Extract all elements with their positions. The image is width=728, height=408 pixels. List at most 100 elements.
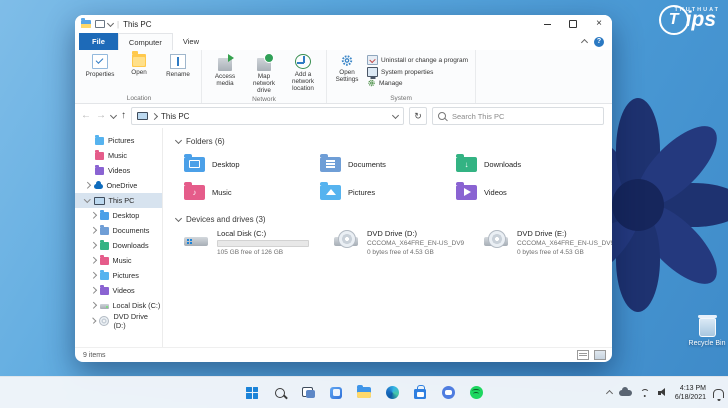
sidebar-item-music[interactable]: Music — [75, 148, 162, 163]
expand-chevron-icon[interactable] — [90, 317, 97, 324]
qat-dropdown-icon[interactable] — [106, 19, 115, 27]
spotify-icon[interactable] — [467, 384, 485, 402]
videos-icon — [95, 164, 104, 175]
folder-tile-pictures[interactable]: Pictures — [320, 178, 456, 206]
up-button[interactable]: ↑ — [121, 111, 126, 121]
address-bar[interactable]: This PC — [131, 107, 404, 125]
folders-section-header[interactable]: Folders (6) — [174, 134, 612, 148]
volume-icon[interactable] — [657, 388, 668, 397]
expand-chevron-icon[interactable] — [90, 257, 97, 264]
titlebar[interactable]: | This PC × — [75, 15, 612, 33]
sidebar-item-documents[interactable]: Documents — [75, 223, 162, 238]
sidebar-item-this-pc[interactable]: This PC — [75, 193, 162, 208]
access-media-icon — [218, 54, 234, 71]
search-input[interactable] — [450, 110, 598, 122]
maximize-button[interactable] — [560, 15, 586, 33]
search-icon — [438, 112, 446, 120]
back-button[interactable]: ← — [81, 111, 91, 121]
recycle-bin-label: Recycle Bin — [688, 340, 726, 347]
uninstall-program-button[interactable]: Uninstall or change a program — [367, 55, 468, 65]
quick-access-toolbar[interactable] — [95, 19, 115, 28]
sidebar-item-desktop[interactable]: Desktop — [75, 208, 162, 223]
music-folder-icon: ♪ — [184, 181, 205, 200]
sidebar-item-dvd-drive-d[interactable]: DVD Drive (D:) — [75, 312, 162, 330]
breadcrumb-chevron-icon[interactable] — [150, 112, 159, 120]
tab-view[interactable]: View — [173, 33, 209, 50]
system-properties-icon — [367, 67, 378, 77]
collapse-section-icon[interactable] — [174, 136, 183, 144]
sidebar-item-pictures[interactable]: Pictures — [75, 133, 162, 148]
drive-tile-local-disk-c[interactable]: Local Disk (C:) 105 GB free of 126 GB — [184, 228, 334, 256]
collapse-ribbon-icon[interactable] — [580, 38, 589, 47]
add-network-location-button[interactable]: Add a network location — [285, 52, 321, 93]
group-label-network: Network — [252, 95, 276, 103]
tab-file[interactable]: File — [79, 33, 118, 50]
edge-browser-icon[interactable] — [383, 384, 401, 402]
task-view-icon[interactable] — [299, 384, 317, 402]
uninstall-icon — [367, 55, 378, 65]
map-network-drive-icon — [257, 53, 274, 71]
expand-chevron-icon[interactable] — [84, 182, 91, 189]
music-icon — [95, 149, 104, 160]
expand-chevron-icon[interactable] — [90, 287, 97, 294]
sidebar-item-music-pc[interactable]: Music — [75, 253, 162, 268]
sidebar-item-videos-pc[interactable]: Videos — [75, 283, 162, 298]
notifications-icon[interactable] — [713, 389, 724, 398]
file-explorer-icon[interactable] — [355, 384, 373, 402]
tab-computer[interactable]: Computer — [117, 33, 173, 50]
thumbnails-view-icon[interactable] — [594, 350, 606, 360]
sidebar-item-downloads[interactable]: Downloads — [75, 238, 162, 253]
collapse-chevron-icon[interactable] — [84, 196, 91, 203]
drive-tile-dvd-d[interactable]: DVD Drive (D:) CCCOMA_X64FRE_EN-US_DV9 0… — [334, 228, 484, 256]
devices-section-header[interactable]: Devices and drives (3) — [174, 212, 612, 226]
ribbon-tabs: File Computer View ? — [75, 33, 612, 50]
file-explorer-window: | This PC × File Computer View ? Propert… — [75, 15, 612, 362]
expand-chevron-icon[interactable] — [90, 272, 97, 279]
minimize-button[interactable] — [534, 15, 560, 33]
navigation-pane: Pictures Music Videos OneDrive This PC D… — [75, 128, 163, 347]
details-view-icon[interactable] — [577, 350, 589, 360]
item-count: 9 items — [83, 351, 106, 359]
address-dropdown-icon[interactable] — [391, 111, 400, 119]
widgets-icon[interactable] — [327, 384, 345, 402]
forward-button[interactable]: → — [96, 111, 106, 121]
expand-chevron-icon[interactable] — [90, 212, 97, 219]
network-icon[interactable] — [639, 388, 651, 397]
chat-icon[interactable] — [439, 384, 457, 402]
start-button[interactable] — [243, 384, 261, 402]
map-network-drive-button[interactable]: Map network drive — [246, 52, 282, 95]
folder-tile-downloads[interactable]: ↓ Downloads — [456, 150, 592, 178]
system-properties-button[interactable]: System properties — [367, 67, 468, 77]
taskbar-search-icon[interactable] — [271, 384, 289, 402]
recent-locations-icon[interactable] — [109, 111, 118, 119]
close-button[interactable]: × — [586, 15, 612, 33]
expand-chevron-icon[interactable] — [90, 242, 97, 249]
sidebar-item-pictures-pc[interactable]: Pictures — [75, 268, 162, 283]
folder-tile-documents[interactable]: Documents — [320, 150, 456, 178]
folder-tile-music[interactable]: ♪ Music — [184, 178, 320, 206]
onedrive-tray-icon[interactable] — [618, 386, 632, 396]
open-button[interactable]: Open — [121, 51, 157, 76]
drive-tile-dvd-e[interactable]: DVD Drive (E:) CCCOMA_X64FRE_EN-US_DV9 0… — [484, 228, 612, 256]
expand-chevron-icon[interactable] — [90, 302, 97, 309]
microsoft-store-icon[interactable] — [411, 384, 429, 402]
search-box[interactable] — [432, 107, 604, 125]
recycle-bin-desktop-icon[interactable]: Recycle Bin — [684, 315, 728, 347]
address-text[interactable]: This PC — [161, 112, 189, 121]
clock[interactable]: 4:13 PM 6/18/2021 — [675, 384, 706, 402]
help-icon[interactable]: ? — [594, 36, 604, 47]
refresh-button[interactable]: ↻ — [409, 107, 427, 125]
rename-button[interactable]: Rename — [160, 52, 196, 78]
sidebar-item-videos[interactable]: Videos — [75, 163, 162, 178]
expand-chevron-icon[interactable] — [90, 227, 97, 234]
manage-button[interactable]: Manage — [367, 79, 468, 87]
hidden-icons-chevron-icon[interactable] — [605, 389, 613, 398]
collapse-section-icon[interactable] — [174, 214, 183, 222]
access-media-button[interactable]: Access media — [207, 52, 243, 87]
folder-tile-desktop[interactable]: Desktop — [184, 150, 320, 178]
folder-tile-videos[interactable]: Videos — [456, 178, 592, 206]
open-settings-button[interactable]: Open Settings — [332, 52, 362, 83]
tray-time: 4:13 PM — [679, 384, 706, 392]
sidebar-item-onedrive[interactable]: OneDrive — [75, 178, 162, 193]
properties-button[interactable]: Properties — [82, 52, 118, 78]
